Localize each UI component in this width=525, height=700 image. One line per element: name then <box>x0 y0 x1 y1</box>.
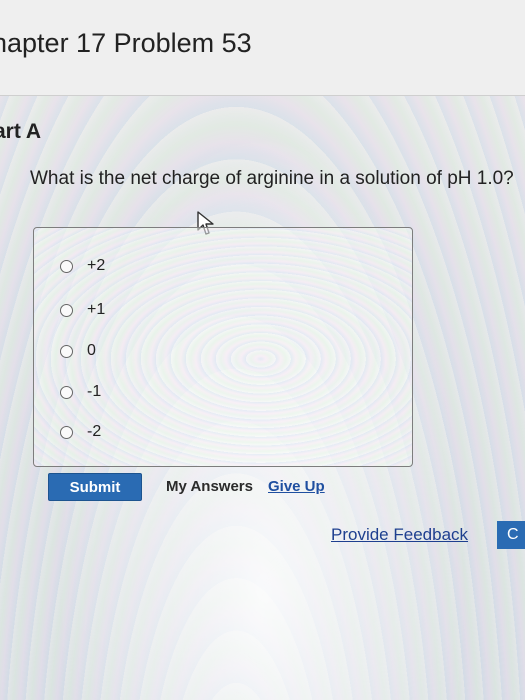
radio-button[interactable] <box>60 385 73 399</box>
radio-button[interactable] <box>60 303 73 317</box>
option-zero[interactable]: 0 <box>60 339 96 363</box>
radio-button[interactable] <box>60 344 73 358</box>
submit-button[interactable]: Submit <box>48 473 142 501</box>
option-label: 0 <box>87 342 96 359</box>
option-label: +1 <box>87 301 106 318</box>
question-text: What is the net charge of arginine in a … <box>30 168 514 189</box>
give-up-link[interactable]: Give Up <box>268 478 325 495</box>
my-answers-link[interactable]: My Answers <box>166 478 253 495</box>
option-label: +2 <box>87 257 106 274</box>
option-plus-2[interactable]: +2 <box>60 254 105 278</box>
option-label: -1 <box>87 383 102 400</box>
radio-button[interactable] <box>60 425 73 439</box>
provide-feedback-link[interactable]: Provide Feedback <box>331 525 468 545</box>
answer-options-box: +2 +1 0 -1 -2 <box>33 227 413 467</box>
continue-button[interactable]: C <box>497 521 525 549</box>
radio-button[interactable] <box>60 259 73 273</box>
part-label: art A <box>0 120 42 143</box>
option-label: -2 <box>87 423 102 440</box>
option-plus-1[interactable]: +1 <box>60 298 105 322</box>
option-minus-2[interactable]: -2 <box>60 420 101 444</box>
chapter-title: hapter 17 Problem 53 <box>0 28 252 58</box>
option-minus-1[interactable]: -1 <box>60 380 101 404</box>
header-band: hapter 17 Problem 53 <box>0 0 525 96</box>
